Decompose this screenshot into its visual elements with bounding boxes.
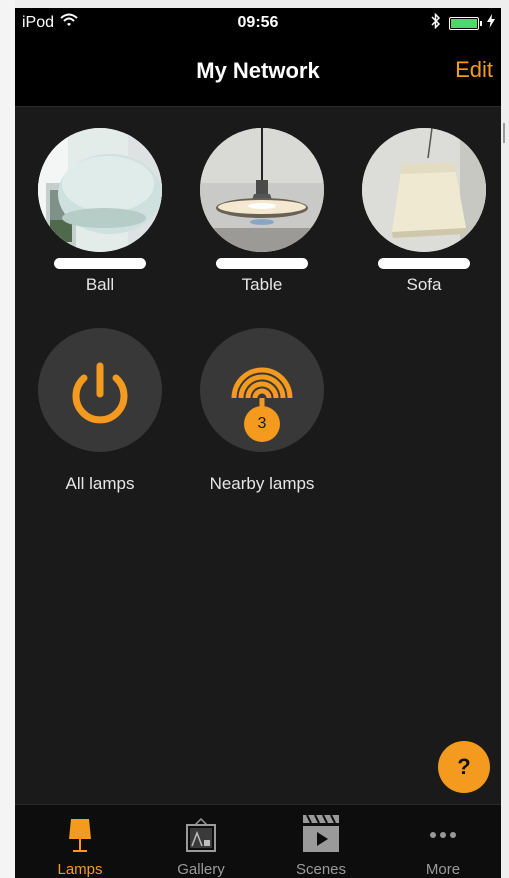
lamp-item-ball[interactable]: Ball bbox=[35, 128, 165, 295]
battery-charging-icon bbox=[449, 17, 482, 30]
edit-button[interactable]: Edit bbox=[455, 57, 493, 83]
nearby-count-badge: 3 bbox=[244, 406, 280, 442]
nearby-lamps-circle: 3 bbox=[200, 328, 324, 452]
lamp-brightness-bar[interactable] bbox=[378, 258, 470, 269]
tab-bar: Lamps Gallery Scenes More bbox=[15, 804, 501, 878]
lamp-photo-sofa bbox=[362, 128, 486, 252]
power-icon bbox=[72, 362, 128, 424]
page-title: My Network bbox=[196, 58, 320, 83]
lamp-brightness-bar[interactable] bbox=[216, 258, 308, 269]
status-time: 09:56 bbox=[237, 14, 279, 31]
tab-label: Scenes bbox=[295, 861, 347, 878]
lamp-label: Sofa bbox=[406, 275, 442, 294]
lamp-label: Ball bbox=[85, 275, 115, 294]
tab-gallery[interactable]: Gallery bbox=[141, 805, 261, 878]
all-lamps-circle bbox=[38, 328, 162, 452]
scroll-indicator bbox=[503, 123, 505, 143]
status-bar: iPod 09:56 bbox=[15, 8, 501, 38]
tab-label: Lamps bbox=[57, 861, 103, 878]
tab-lamps[interactable]: Lamps bbox=[20, 805, 140, 878]
more-icon bbox=[430, 832, 456, 838]
gallery-icon bbox=[186, 817, 216, 852]
charging-bolt-icon bbox=[487, 14, 495, 33]
window-frame-edge bbox=[501, 8, 509, 878]
lamp-brightness-bar[interactable] bbox=[54, 258, 146, 269]
tab-scenes[interactable]: Scenes bbox=[261, 805, 381, 878]
lamp-photo-table bbox=[200, 128, 324, 252]
tab-label: Gallery bbox=[177, 861, 225, 878]
status-right bbox=[431, 12, 495, 34]
nearby-lamps-label: Nearby lamps bbox=[209, 474, 315, 493]
scenes-icon bbox=[303, 815, 339, 852]
lamp-item-table[interactable]: Table bbox=[197, 128, 327, 295]
lamp-photo-ball bbox=[38, 128, 162, 252]
tab-label: More bbox=[425, 861, 461, 878]
nearby-lamps-button[interactable]: 3 Nearby lamps bbox=[197, 328, 327, 494]
all-lamps-button[interactable]: All lamps bbox=[35, 328, 165, 494]
lamp-item-sofa[interactable]: Sofa bbox=[359, 128, 489, 295]
all-lamps-label: All lamps bbox=[65, 474, 135, 493]
bluetooth-icon bbox=[431, 12, 441, 34]
help-button[interactable]: ? bbox=[438, 741, 490, 793]
phone-screen: iPod 09:56 My Network Edit Ball Table So… bbox=[15, 8, 501, 878]
lamp-icon bbox=[69, 819, 91, 852]
lamp-label: Table bbox=[241, 275, 283, 294]
navigation-bar: My Network Edit bbox=[15, 38, 501, 107]
tab-more[interactable]: More bbox=[383, 805, 501, 878]
window-frame-top bbox=[15, 0, 509, 8]
